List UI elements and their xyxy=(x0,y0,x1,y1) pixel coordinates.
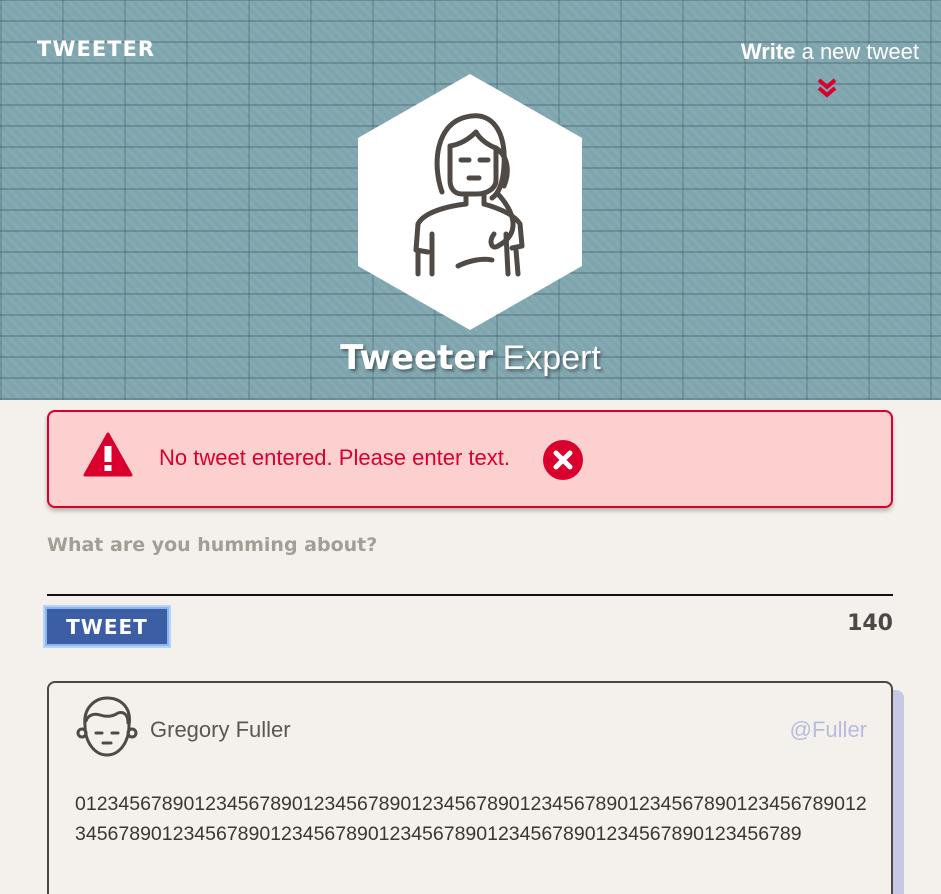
write-link-rest: a new tweet xyxy=(795,39,919,64)
tweet-user-name[interactable]: Gregory Fuller xyxy=(150,717,291,743)
title-light: Expert xyxy=(493,339,601,377)
tweet-button[interactable]: TWEET xyxy=(45,607,169,646)
man-avatar-icon xyxy=(76,696,138,757)
tweet-compose-input[interactable] xyxy=(47,528,893,596)
profile-hexagon-avatar xyxy=(358,74,582,330)
write-new-tweet-link[interactable]: Write a new tweet xyxy=(741,39,919,65)
app-logo[interactable]: TWEETER xyxy=(37,37,155,61)
char-counter: 140 xyxy=(847,611,893,636)
tweet-body: 0123456789012345678901234567890123456789… xyxy=(75,793,867,845)
alert-message: No tweet entered. Please enter text. xyxy=(159,445,510,470)
profile-title: Tweeter Expert xyxy=(0,338,941,378)
title-bold: Tweeter xyxy=(340,338,494,378)
write-link-bold: Write xyxy=(740,39,796,64)
error-alert: No tweet entered. Please enter text. xyxy=(47,410,893,508)
profile-header: TWEETER Write a new tweet Tweeter Expert xyxy=(0,0,941,400)
warning-triangle-icon xyxy=(83,432,133,477)
double-chevron-down-icon[interactable] xyxy=(816,78,838,98)
tweet-card: Gregory Fuller @Fuller 01234567890123456… xyxy=(47,681,893,894)
alert-close-button[interactable] xyxy=(542,439,584,481)
close-circle-icon xyxy=(543,440,583,480)
tweet-user-handle[interactable]: @Fuller xyxy=(790,717,867,743)
